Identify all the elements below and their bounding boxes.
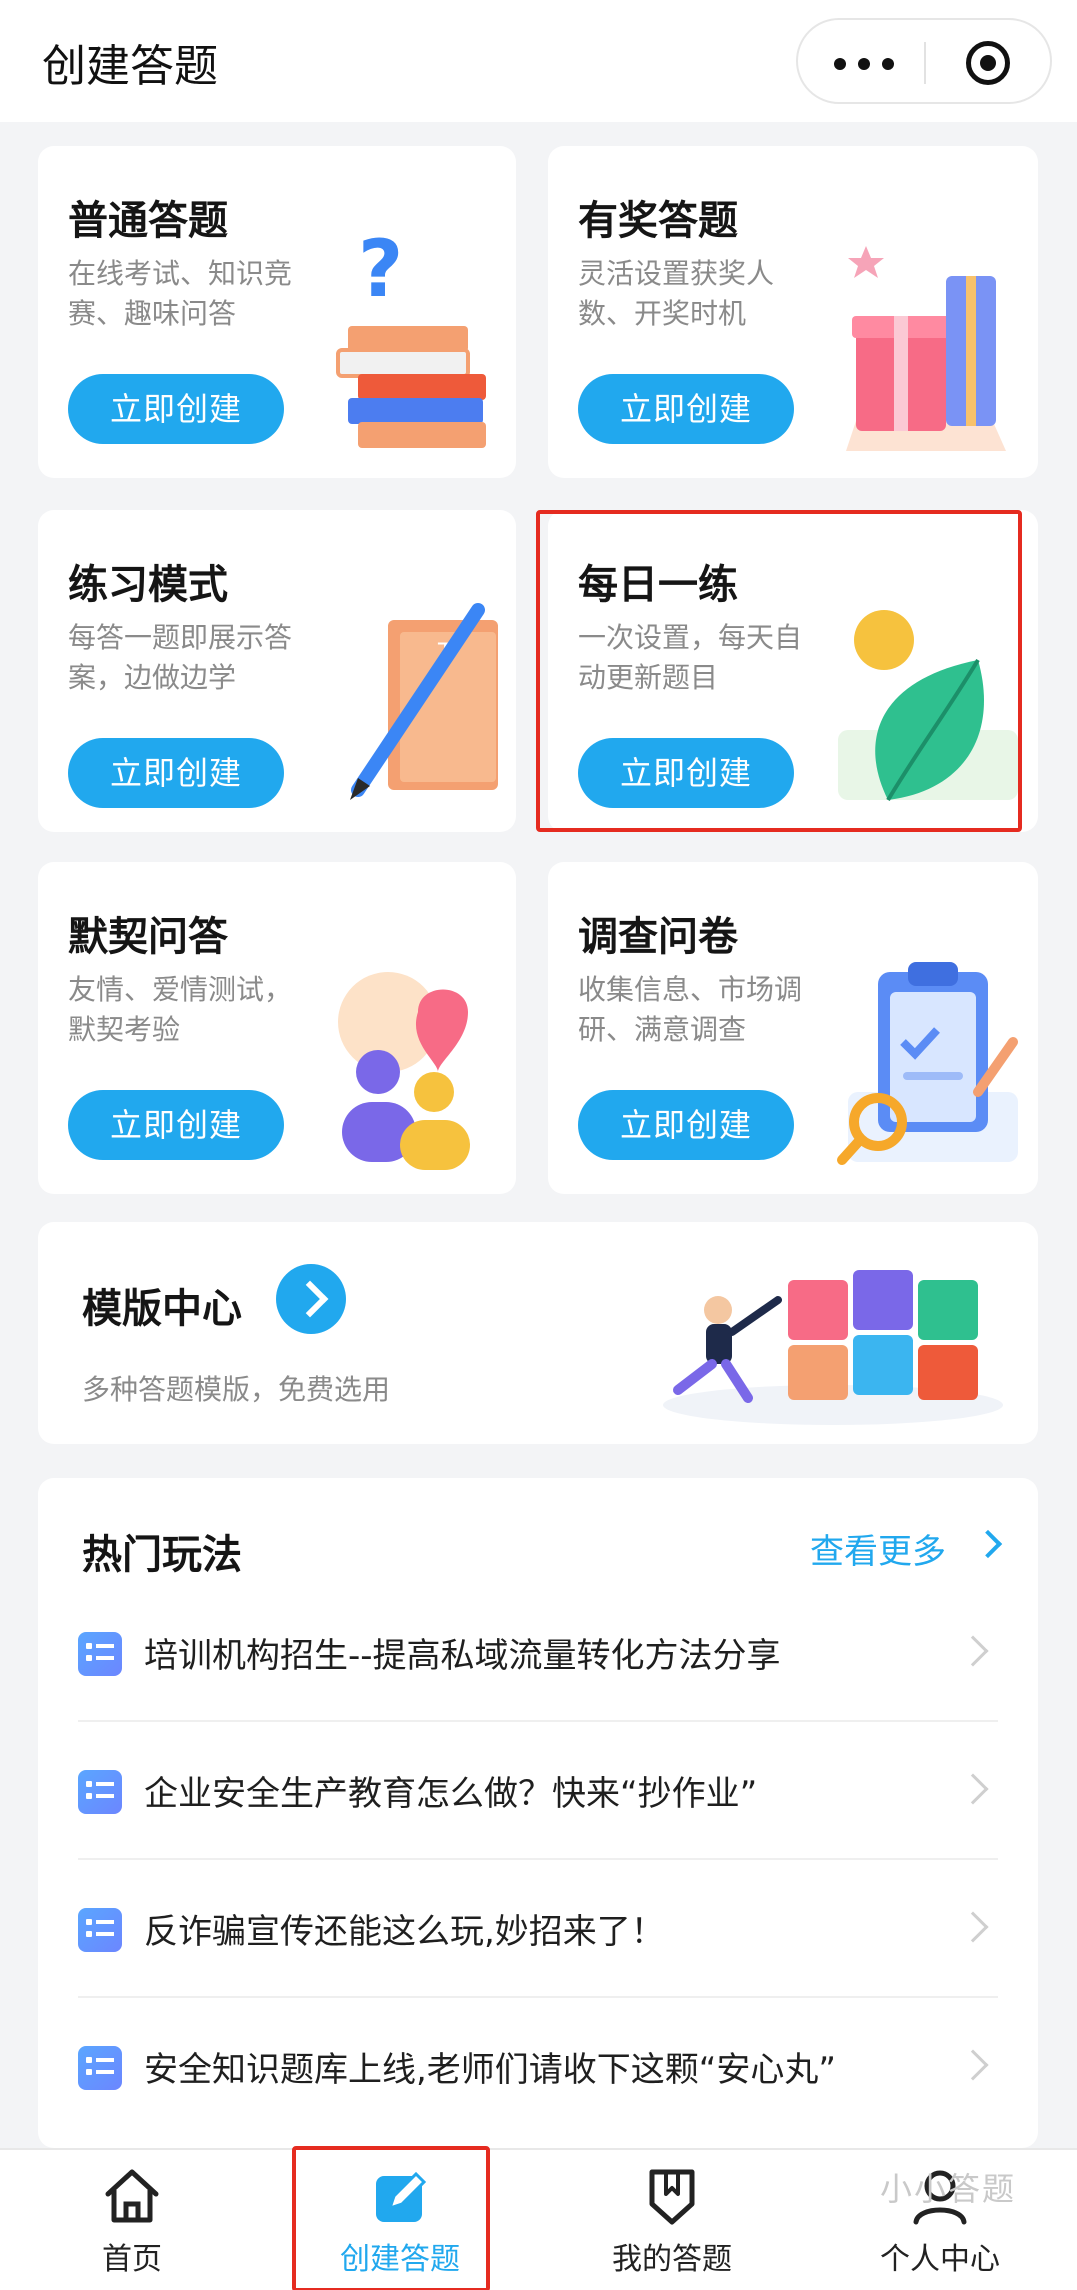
chevron-right-icon <box>957 1635 989 1667</box>
card-normal-quiz[interactable]: 普通答题 在线考试、知识竞赛、趣味问答 立即创建 ? <box>38 146 516 478</box>
tab-label: 个人中心 <box>880 2242 1000 2277</box>
card-practice-mode[interactable]: 练习模式 每答一题即展示答案，边做边学 立即创建 T <box>38 510 516 832</box>
template-center-title: 模版中心 <box>82 1286 242 1332</box>
hot-item-title: 企业安全生产教育怎么做？快来“抄作业” <box>144 1774 758 1814</box>
books-illustration: ? <box>336 226 486 448</box>
chevron-right-icon <box>957 2049 989 2081</box>
hot-list-item[interactable]: 反诈骗宣传还能这么玩,妙招来了！ <box>78 1860 998 1998</box>
hot-item-title: 安全知识题库上线,老师们请收下这颗“安心丸” <box>144 2050 837 2090</box>
tab-home[interactable]: 首页 <box>32 2150 232 2290</box>
document-icon <box>78 1632 122 1676</box>
hearts-people-illustration <box>338 972 470 1170</box>
tab-create-quiz[interactable]: 创建答题 <box>300 2150 500 2290</box>
capsule-divider <box>924 42 926 84</box>
svg-text:?: ? <box>358 226 403 315</box>
view-more-link[interactable]: 查看更多 <box>810 1524 946 1573</box>
tab-label: 创建答题 <box>340 2242 460 2277</box>
more-options-icon[interactable] <box>834 58 894 70</box>
card-desc: 每答一题即展示答案，边做边学 <box>68 621 293 694</box>
card-daily-practice[interactable]: 每日一练 一次设置，每天自动更新题目 立即创建 <box>548 510 1038 832</box>
card-survey[interactable]: 调查问卷 收集信息、市场调研、满意调查 立即创建 <box>548 862 1038 1194</box>
create-button[interactable]: 立即创建 <box>578 738 794 808</box>
document-icon <box>78 2046 122 2090</box>
card-title: 普通答题 <box>68 198 228 244</box>
puzzle-illustration <box>663 1270 1003 1425</box>
tab-label: 首页 <box>102 2242 162 2277</box>
chevron-right-icon <box>957 1911 989 1943</box>
tab-my-quizzes[interactable]: 我的答题 <box>572 2150 772 2290</box>
create-button[interactable]: 立即创建 <box>68 1090 284 1160</box>
hot-item-title: 反诈骗宣传还能这么玩,妙招来了！ <box>144 1912 665 1952</box>
home-icon <box>105 2169 159 2223</box>
card-desc: 在线考试、知识竞赛、趣味问答 <box>68 257 293 330</box>
create-button[interactable]: 立即创建 <box>68 374 284 444</box>
card-title: 每日一练 <box>578 562 738 608</box>
hot-item-title: 培训机构招生--提高私域流量转化方法分享 <box>144 1636 781 1676</box>
hot-list-item[interactable]: 企业安全生产教育怎么做？快来“抄作业” <box>78 1722 998 1860</box>
card-title: 默契问答 <box>68 914 228 960</box>
top-bar: 创建答题 <box>0 0 1077 122</box>
page-title: 创建答题 <box>42 41 218 92</box>
create-button[interactable]: 立即创建 <box>68 738 284 808</box>
miniprogram-capsule <box>796 18 1052 104</box>
card-prize-quiz[interactable]: 有奖答题 灵活设置获奖人数、开奖时机 立即创建 <box>548 146 1038 478</box>
card-desc: 友情、爱情测试，默契考验 <box>68 973 293 1046</box>
leaf-sun-illustration <box>838 610 1018 802</box>
card-title: 调查问卷 <box>578 914 738 960</box>
clipboard-illustration <box>837 962 1018 1165</box>
create-button[interactable]: 立即创建 <box>578 1090 794 1160</box>
create-button[interactable]: 立即创建 <box>578 374 794 444</box>
document-icon <box>78 1770 122 1814</box>
gift-illustration <box>846 246 1006 451</box>
card-desc: 灵活设置获奖人数、开奖时机 <box>578 257 775 330</box>
card-desc: 收集信息、市场调研、满意调查 <box>578 973 803 1046</box>
template-center-desc: 多种答题模版，免费选用 <box>82 1373 391 1406</box>
notebook-pencil-illustration: T <box>350 603 498 800</box>
tab-label: 我的答题 <box>612 2242 732 2277</box>
chevron-right-icon[interactable] <box>276 1264 346 1334</box>
hot-list-item[interactable]: 安全知识题库上线,老师们请收下这颗“安心丸” <box>78 1998 998 2136</box>
close-miniprogram-icon[interactable] <box>966 41 1010 85</box>
chevron-right-icon[interactable] <box>973 1529 1003 1559</box>
card-tacit-quiz[interactable]: 默契问答 友情、爱情测试，默契考验 立即创建 <box>38 862 516 1194</box>
card-title: 练习模式 <box>68 562 228 608</box>
chevron-right-icon <box>957 1773 989 1805</box>
hot-section-title: 热门玩法 <box>82 1532 242 1578</box>
card-desc: 一次设置，每天自动更新题目 <box>578 621 803 694</box>
document-icon <box>78 1908 122 1952</box>
hot-list-item[interactable]: 培训机构招生--提高私域流量转化方法分享 <box>78 1584 998 1722</box>
hot-section: 热门玩法 查看更多 培训机构招生--提高私域流量转化方法分享 企业安全生产教育怎… <box>38 1478 1038 2148</box>
edit-icon <box>376 2171 427 2222</box>
shield-icon <box>649 2169 695 2225</box>
watermark-text: 小小答题 <box>880 2170 1017 2208</box>
template-center-banner[interactable]: 模版中心 多种答题模版，免费选用 <box>38 1222 1038 1444</box>
card-title: 有奖答题 <box>578 198 738 244</box>
